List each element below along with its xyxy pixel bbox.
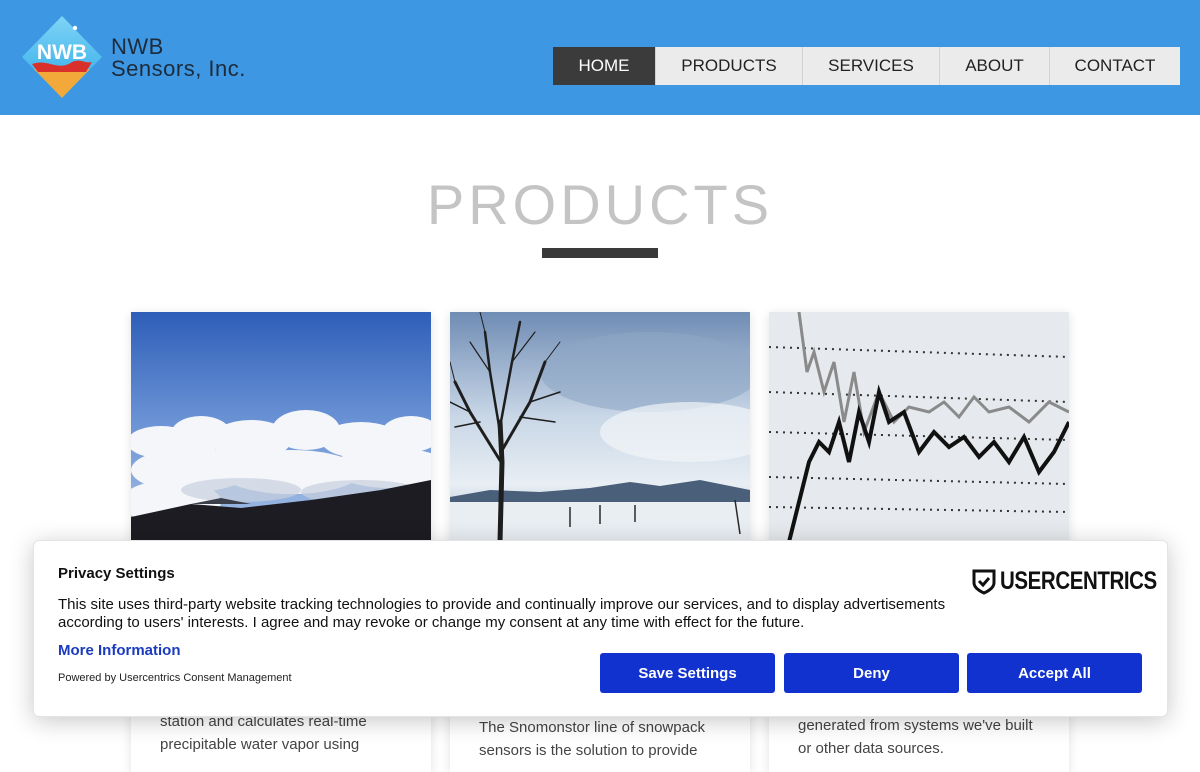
brand-line-2: Sensors, Inc. [111, 56, 246, 81]
nav-services[interactable]: SERVICES [802, 47, 939, 85]
deny-button[interactable]: Deny [784, 653, 959, 693]
powered-by-text: Powered by Usercentrics Consent Manageme… [58, 672, 292, 684]
accept-all-button[interactable]: Accept All [967, 653, 1142, 693]
brand-name[interactable]: NWB Sensors, Inc. [111, 36, 246, 80]
snowy-tree-photo [450, 312, 750, 542]
nav-about[interactable]: ABOUT [939, 47, 1049, 85]
card-text-line-1: The Snomonstor line of snowpack [479, 719, 705, 736]
stock-chart-photo [769, 312, 1069, 542]
site-header: NWB NWB Sensors, Inc. HOME PRODUCTS SERV… [0, 0, 1200, 115]
card-text-line-2: sensors is the solution to provide [479, 742, 698, 759]
privacy-consent-dialog: Privacy Settings This site uses third-pa… [33, 540, 1168, 717]
usercentrics-shield-icon [972, 569, 996, 595]
svg-text:NWB: NWB [37, 41, 87, 64]
nav-contact[interactable]: CONTACT [1049, 47, 1180, 85]
page-title: PRODUCTS [426, 173, 774, 236]
usercentrics-wordmark: USERCENTRICS [1000, 567, 1157, 595]
usercentrics-logo: USERCENTRICS [972, 567, 1191, 596]
nav-home[interactable]: HOME [553, 47, 655, 85]
consent-title: Privacy Settings [58, 565, 175, 582]
save-settings-button[interactable]: Save Settings [600, 653, 775, 693]
card-text-line-2: or other data sources. [798, 740, 944, 757]
nwb-logo[interactable]: NWB [20, 14, 104, 100]
consent-body: This site uses third-party website track… [58, 596, 946, 631]
main-nav: HOME PRODUCTS SERVICES ABOUT CONTACT [553, 47, 1180, 85]
clouds-photo [131, 312, 431, 542]
nav-products[interactable]: PRODUCTS [655, 47, 802, 85]
brand-line-1: NWB [111, 34, 164, 59]
title-underline [542, 248, 658, 258]
more-information-link[interactable]: More Information [58, 642, 181, 659]
card-text-line-1: generated from systems we've built [798, 717, 1033, 734]
card-text-line-2: precipitable water vapor using [160, 736, 360, 753]
